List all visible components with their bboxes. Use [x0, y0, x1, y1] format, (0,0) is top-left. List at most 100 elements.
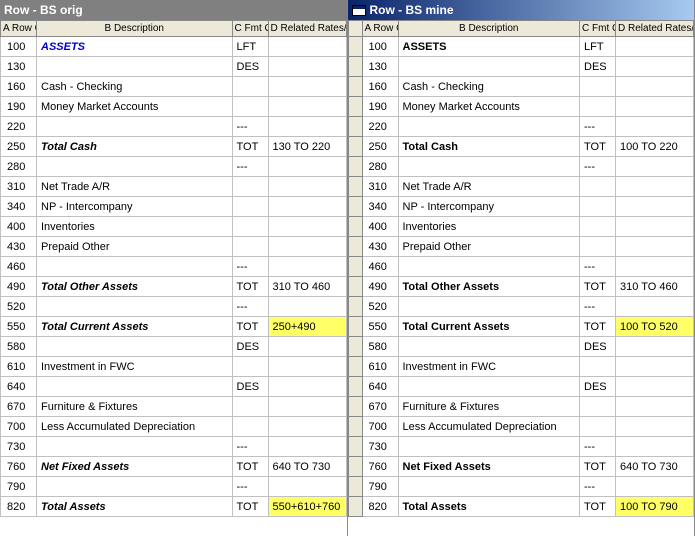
col-d-header[interactable]: D Related Rates/Rows/ Unit: [616, 21, 694, 37]
table-row[interactable]: 220---: [348, 117, 694, 137]
description-cell[interactable]: [398, 297, 580, 317]
table-row[interactable]: 430Prepaid Other: [1, 237, 347, 257]
row-selector[interactable]: [348, 397, 362, 417]
row-code-cell[interactable]: 160: [1, 77, 37, 97]
table-row[interactable]: 400Inventories: [1, 217, 347, 237]
description-cell[interactable]: Furniture & Fixtures: [398, 397, 580, 417]
description-cell[interactable]: NP - Intercompany: [398, 197, 580, 217]
col-c-header[interactable]: C Fmt Code: [232, 21, 268, 37]
description-cell[interactable]: Net Trade A/R: [398, 177, 580, 197]
related-cell[interactable]: [616, 77, 694, 97]
row-code-cell[interactable]: 190: [1, 97, 37, 117]
description-cell[interactable]: Net Fixed Assets: [37, 457, 233, 477]
description-cell[interactable]: Cash - Checking: [37, 77, 233, 97]
fmt-code-cell[interactable]: [232, 397, 268, 417]
row-code-cell[interactable]: 130: [1, 57, 37, 77]
row-selector[interactable]: [348, 77, 362, 97]
description-cell[interactable]: Investment in FWC: [37, 357, 233, 377]
row-code-cell[interactable]: 640: [1, 377, 37, 397]
related-cell[interactable]: [268, 417, 346, 437]
row-code-cell[interactable]: 310: [1, 177, 37, 197]
related-cell[interactable]: [268, 37, 346, 57]
table-row[interactable]: 550Total Current AssetsTOT100 TO 520: [348, 317, 694, 337]
fmt-code-cell[interactable]: [232, 357, 268, 377]
row-code-cell[interactable]: 220: [362, 117, 398, 137]
related-cell[interactable]: [616, 417, 694, 437]
fmt-code-cell[interactable]: ---: [232, 297, 268, 317]
row-code-cell[interactable]: 700: [1, 417, 37, 437]
row-selector[interactable]: [348, 277, 362, 297]
description-cell[interactable]: Less Accumulated Depreciation: [398, 417, 580, 437]
description-cell[interactable]: Prepaid Other: [398, 237, 580, 257]
row-selector[interactable]: [348, 437, 362, 457]
table-row[interactable]: 610Investment in FWC: [348, 357, 694, 377]
description-cell[interactable]: [37, 117, 233, 137]
table-row[interactable]: 760Net Fixed AssetsTOT640 TO 730: [1, 457, 347, 477]
fmt-code-cell[interactable]: ---: [580, 157, 616, 177]
related-cell[interactable]: [616, 297, 694, 317]
related-cell[interactable]: [616, 397, 694, 417]
fmt-code-cell[interactable]: DES: [232, 57, 268, 77]
related-cell[interactable]: 310 TO 460: [616, 277, 694, 297]
fmt-code-cell[interactable]: DES: [580, 337, 616, 357]
table-row[interactable]: 250Total CashTOT130 TO 220: [1, 137, 347, 157]
row-selector[interactable]: [348, 497, 362, 517]
related-cell[interactable]: [616, 157, 694, 177]
row-code-cell[interactable]: 100: [1, 37, 37, 57]
row-code-cell[interactable]: 490: [1, 277, 37, 297]
row-code-cell[interactable]: 250: [362, 137, 398, 157]
fmt-code-cell[interactable]: ---: [580, 297, 616, 317]
table-row[interactable]: 820Total AssetsTOT100 TO 790: [348, 497, 694, 517]
description-cell[interactable]: Cash - Checking: [398, 77, 580, 97]
col-c-header[interactable]: C Fmt Code: [580, 21, 616, 37]
related-cell[interactable]: [616, 37, 694, 57]
row-selector[interactable]: [348, 37, 362, 57]
table-row[interactable]: 520---: [348, 297, 694, 317]
related-cell[interactable]: 250+490: [268, 317, 346, 337]
table-row[interactable]: 310Net Trade A/R: [348, 177, 694, 197]
row-code-cell[interactable]: 610: [362, 357, 398, 377]
description-cell[interactable]: NP - Intercompany: [37, 197, 233, 217]
fmt-code-cell[interactable]: ---: [232, 437, 268, 457]
fmt-code-cell[interactable]: TOT: [580, 317, 616, 337]
col-b-header[interactable]: B Description: [37, 21, 233, 37]
description-cell[interactable]: Net Trade A/R: [37, 177, 233, 197]
fmt-code-cell[interactable]: [232, 217, 268, 237]
table-row[interactable]: 700Less Accumulated Depreciation: [348, 417, 694, 437]
related-cell[interactable]: 640 TO 730: [616, 457, 694, 477]
fmt-code-cell[interactable]: [232, 97, 268, 117]
related-cell[interactable]: [268, 377, 346, 397]
description-cell[interactable]: Money Market Accounts: [398, 97, 580, 117]
related-cell[interactable]: [616, 237, 694, 257]
description-cell[interactable]: [37, 477, 233, 497]
description-cell[interactable]: Total Other Assets: [398, 277, 580, 297]
table-row[interactable]: 160Cash - Checking: [348, 77, 694, 97]
row-code-cell[interactable]: 550: [1, 317, 37, 337]
description-cell[interactable]: [37, 377, 233, 397]
fmt-code-cell[interactable]: LFT: [580, 37, 616, 57]
fmt-code-cell[interactable]: [580, 397, 616, 417]
row-selector[interactable]: [348, 257, 362, 277]
row-code-cell[interactable]: 430: [1, 237, 37, 257]
related-cell[interactable]: [268, 257, 346, 277]
fmt-code-cell[interactable]: [232, 417, 268, 437]
table-row[interactable]: 610Investment in FWC: [1, 357, 347, 377]
table-row[interactable]: 160Cash - Checking: [1, 77, 347, 97]
fmt-code-cell[interactable]: [232, 77, 268, 97]
related-cell[interactable]: [268, 237, 346, 257]
table-row[interactable]: 730 ---: [1, 437, 347, 457]
fmt-code-cell[interactable]: ---: [580, 437, 616, 457]
row-code-cell[interactable]: 130: [362, 57, 398, 77]
table-row[interactable]: 280---: [348, 157, 694, 177]
related-cell[interactable]: 310 TO 460: [268, 277, 346, 297]
row-selector[interactable]: [348, 357, 362, 377]
table-row[interactable]: 580DES: [1, 337, 347, 357]
row-code-cell[interactable]: 490: [362, 277, 398, 297]
row-code-cell[interactable]: 730: [1, 437, 37, 457]
description-cell[interactable]: [37, 157, 233, 177]
description-cell[interactable]: [37, 437, 233, 457]
description-cell[interactable]: Net Fixed Assets: [398, 457, 580, 477]
fmt-code-cell[interactable]: ---: [580, 257, 616, 277]
related-cell[interactable]: [268, 357, 346, 377]
fmt-code-cell[interactable]: [580, 237, 616, 257]
